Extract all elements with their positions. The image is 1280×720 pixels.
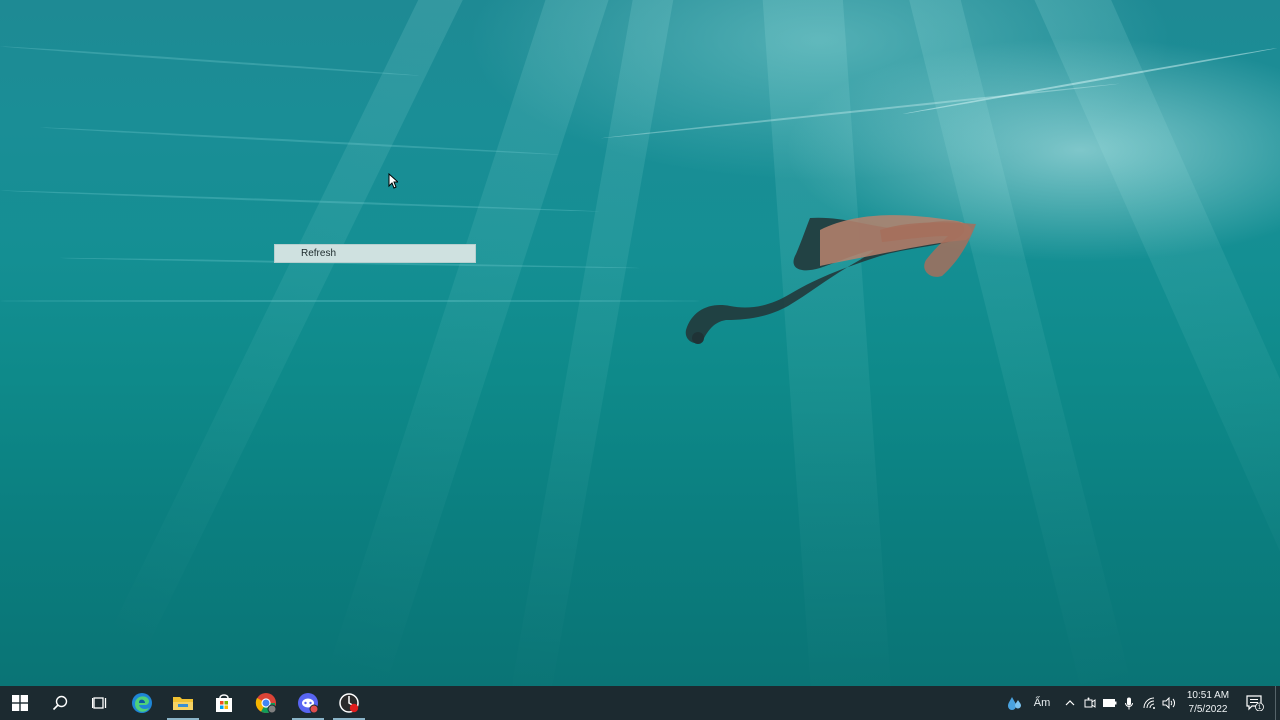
- surface-wave: [40, 126, 560, 156]
- notification-icon: 1: [1246, 695, 1264, 711]
- search-button[interactable]: [40, 686, 80, 720]
- volume-icon: [1162, 697, 1175, 709]
- swimmer-image: [685, 215, 976, 344]
- clock-date: 7/5/2022: [1188, 704, 1228, 715]
- folder-icon: [173, 697, 193, 710]
- recorder-button[interactable]: [329, 686, 369, 720]
- wifi-icon: [1143, 697, 1155, 709]
- clock-time: 10:51 AM: [1186, 690, 1230, 701]
- weather-text[interactable]: Ẩm: [1028, 686, 1056, 720]
- surface-wave: [0, 300, 700, 302]
- store-bag-icon: [216, 694, 232, 712]
- volume-button[interactable]: [1160, 686, 1178, 720]
- chat-app-icon: [298, 693, 319, 714]
- context-menu-refresh[interactable]: Refresh: [274, 244, 476, 263]
- chat-app-button[interactable]: [288, 686, 328, 720]
- edge-button[interactable]: [122, 686, 162, 720]
- search-icon: [52, 695, 68, 711]
- surface-wave: [601, 82, 1119, 140]
- show-desktop-button[interactable]: [1275, 686, 1280, 720]
- battery-button[interactable]: [1101, 686, 1119, 720]
- meet-now-button[interactable]: [1082, 686, 1098, 720]
- chrome-icon: [255, 693, 277, 714]
- start-button[interactable]: [0, 686, 40, 720]
- microsoft-store-button[interactable]: [204, 686, 244, 720]
- file-explorer-button[interactable]: [163, 686, 203, 720]
- microphone-button[interactable]: [1122, 686, 1136, 720]
- windows-logo-icon: [12, 695, 28, 711]
- action-center-button[interactable]: 1: [1242, 686, 1268, 720]
- weather-drop-icon: [1008, 697, 1021, 710]
- mouse-cursor-icon: [388, 173, 398, 189]
- show-hidden-icons-button[interactable]: [1062, 686, 1078, 720]
- task-view-button[interactable]: [80, 686, 120, 720]
- chevron-up-icon: [1065, 700, 1075, 706]
- recorder-icon: [339, 693, 359, 713]
- surface-wave: [0, 45, 420, 77]
- taskbar: Ẩm 10:51 AM 7/5/2022 1: [0, 686, 1280, 720]
- microphone-icon: [1125, 697, 1133, 709]
- meet-now-icon: [1084, 697, 1096, 708]
- battery-icon: [1103, 699, 1117, 707]
- clock[interactable]: 10:51 AM 7/5/2022: [1180, 686, 1236, 720]
- network-button[interactable]: [1141, 686, 1159, 720]
- desktop-background[interactable]: Refresh: [0, 0, 1280, 686]
- edge-browser-icon: [132, 693, 152, 713]
- weather-widget[interactable]: [1004, 686, 1026, 720]
- context-menu-item-label: Refresh: [301, 248, 337, 259]
- task-view-icon: [92, 697, 107, 709]
- chrome-button[interactable]: [246, 686, 286, 720]
